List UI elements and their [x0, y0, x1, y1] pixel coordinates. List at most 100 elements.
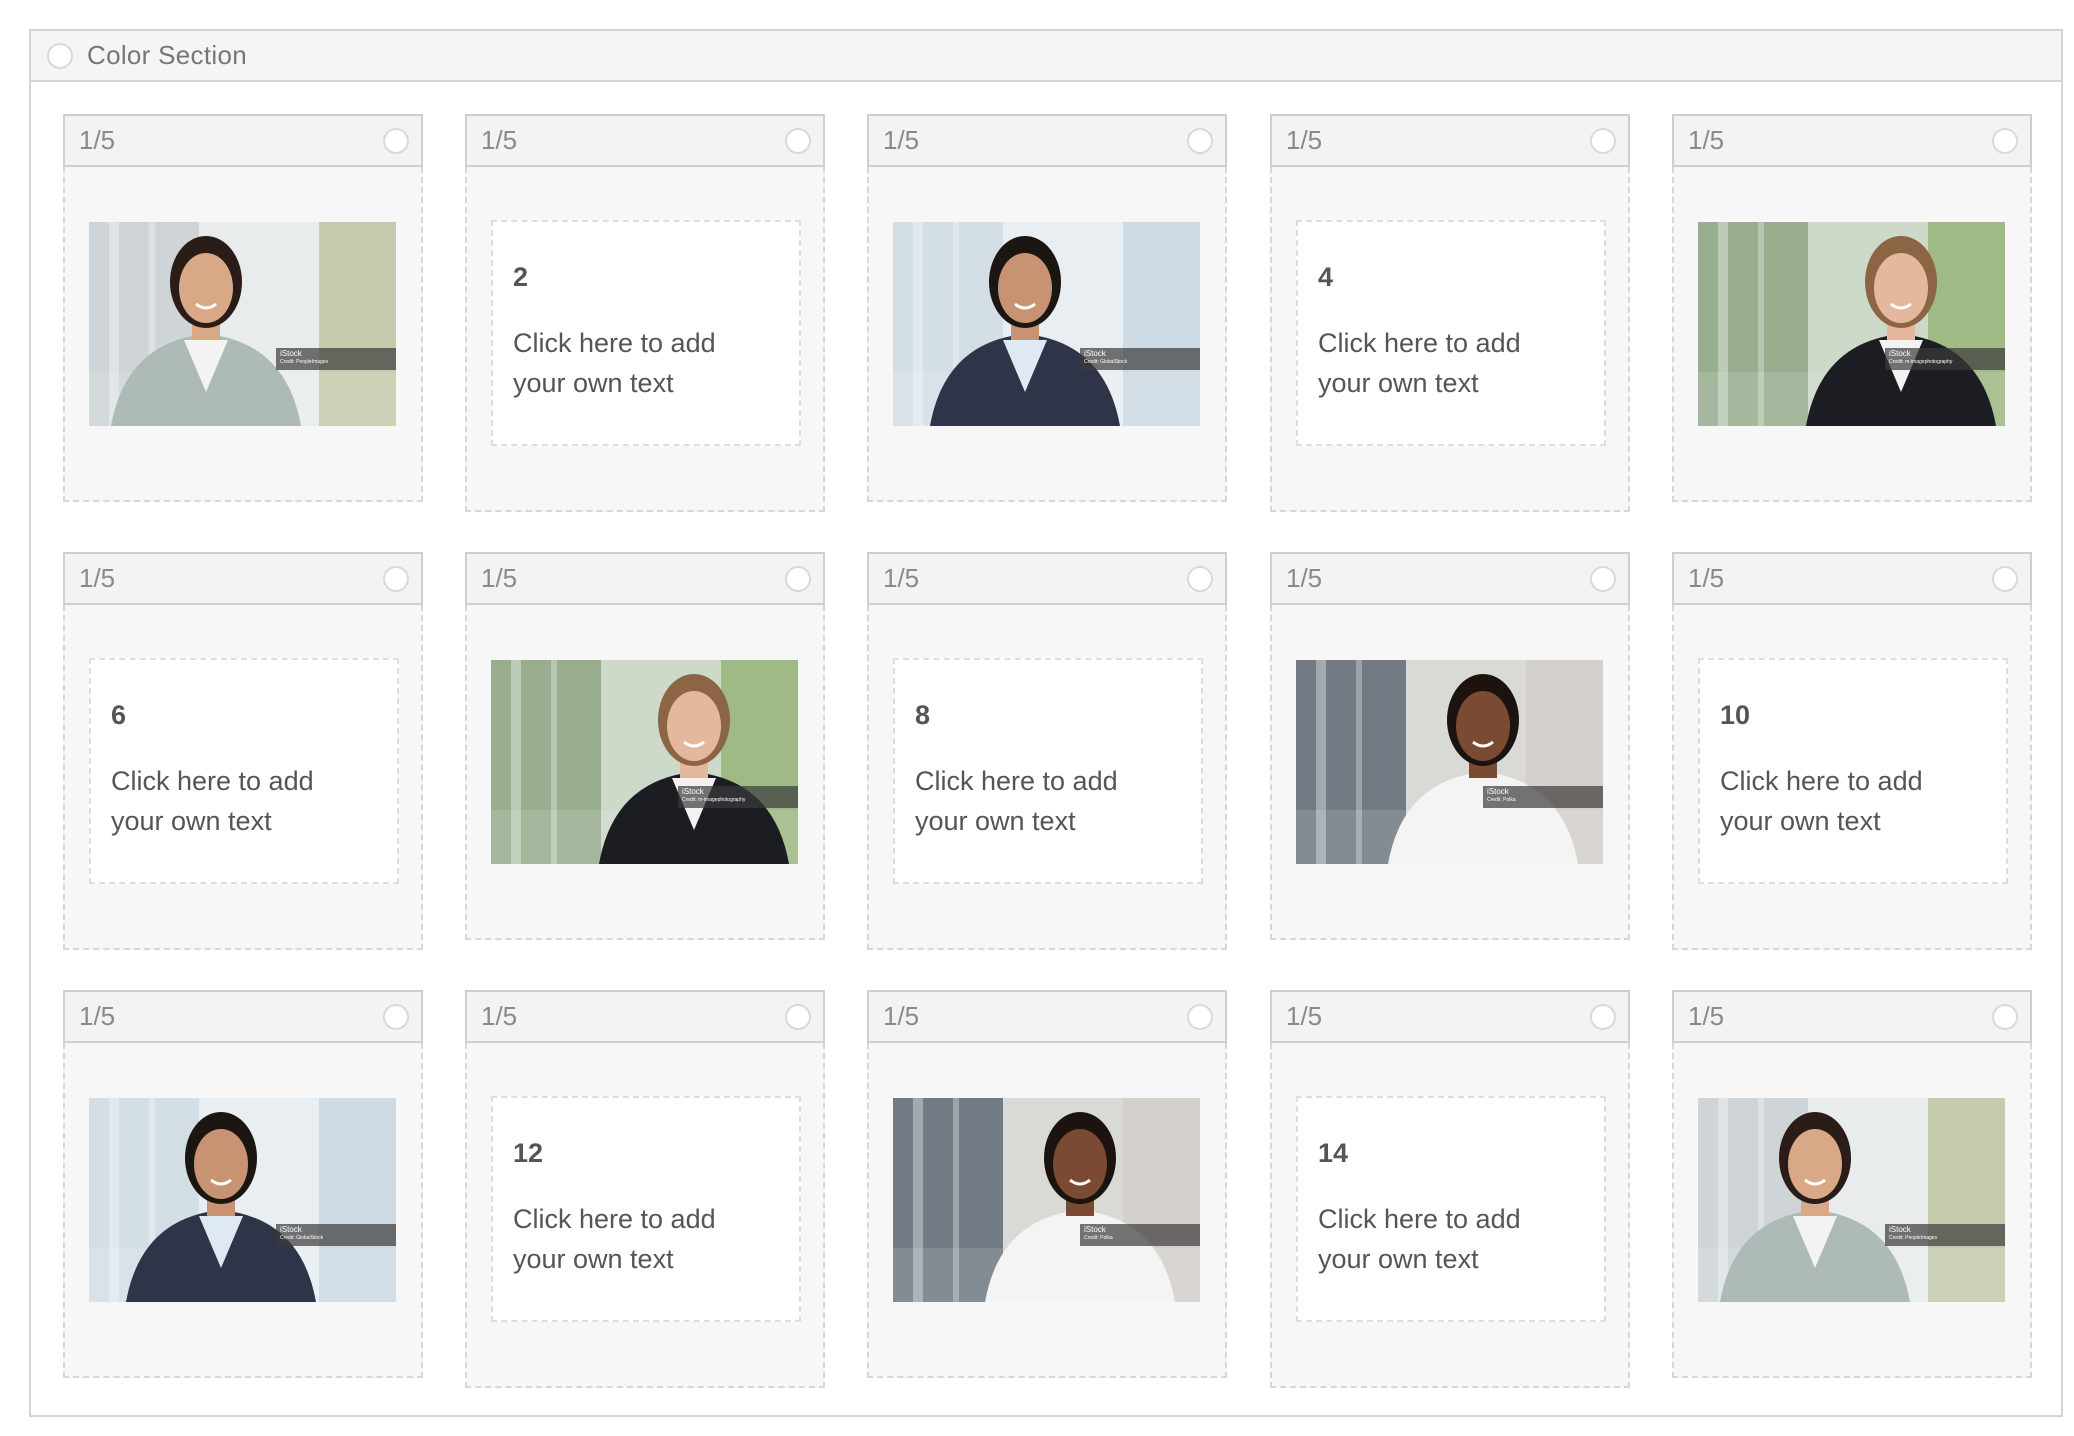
text-placeholder[interactable]: 8 Click here to add your own text [893, 658, 1203, 884]
card-radio-icon[interactable] [383, 565, 409, 592]
photo-credit: Credit: Polka [1084, 1235, 1113, 1241]
card-header[interactable]: 1/5 [867, 552, 1227, 605]
card-body: 2 Click here to add your own text [465, 167, 825, 512]
card-slide-count: 1/5 [481, 1001, 518, 1031]
card-slide-count: 1/5 [1688, 125, 1725, 155]
photo-watermark: iStock [1889, 349, 1911, 358]
card-body: 8 Click here to add your own text [867, 605, 1227, 950]
text-placeholder-number: 6 [111, 700, 127, 730]
card-radio-icon[interactable] [785, 127, 811, 154]
text-placeholder-number: 2 [513, 262, 529, 292]
card-header[interactable]: 1/5 [1672, 114, 2032, 167]
card-photo[interactable]: iStock Credit: GlobalStock [89, 1098, 396, 1302]
text-placeholder[interactable]: 4 Click here to add your own text [1296, 220, 1606, 446]
text-placeholder-line: Click here to add [1318, 1204, 1521, 1234]
photo-credit: Credit: Polka [1487, 797, 1516, 803]
text-placeholder-line: your own text [915, 806, 1076, 836]
card-body: iStock Credit: GlobalStock [867, 167, 1227, 502]
card-radio-icon[interactable] [1992, 1003, 2018, 1030]
card-header[interactable]: 1/5 [63, 552, 423, 605]
text-placeholder[interactable]: 6 Click here to add your own text [89, 658, 399, 884]
photo-credit: Credit: PeopleImages [280, 359, 329, 365]
card-photo[interactable]: iStock Credit: Polka [893, 1098, 1200, 1302]
photo-credit: Credit: m-imagephotography [1889, 359, 1953, 365]
text-placeholder-line: Click here to add [1720, 766, 1923, 796]
card-header[interactable]: 1/5 [63, 114, 423, 167]
section-header[interactable]: Color Section [31, 31, 2061, 82]
photo-credit: Credit: GlobalStock [280, 1235, 324, 1241]
card-radio-icon[interactable] [1187, 565, 1213, 592]
text-placeholder-number: 14 [1318, 1138, 1349, 1168]
text-placeholder[interactable]: 2 Click here to add your own text [491, 220, 801, 446]
photo-credit: Credit: GlobalStock [1084, 359, 1128, 365]
card-header[interactable]: 1/5 [1672, 990, 2032, 1043]
text-placeholder[interactable]: 14 Click here to add your own text [1296, 1096, 1606, 1322]
text-placeholder[interactable]: 10 Click here to add your own text [1698, 658, 2008, 884]
card-radio-icon[interactable] [785, 1003, 811, 1030]
photo-watermark: iStock [280, 1225, 302, 1234]
text-placeholder-line: Click here to add [915, 766, 1118, 796]
card-photo[interactable]: iStock Credit: GlobalStock [893, 222, 1200, 426]
card-slide-count: 1/5 [1286, 563, 1323, 593]
card-slide-count: 1/5 [481, 125, 518, 155]
card-body: iStock Credit: m-imagephotography [465, 605, 825, 940]
section-title: Color Section [87, 40, 247, 70]
card-radio-icon[interactable] [1590, 127, 1616, 154]
card-radio-icon[interactable] [785, 565, 811, 592]
photo-watermark: iStock [1487, 787, 1509, 796]
card-body: 6 Click here to add your own text [63, 605, 423, 950]
text-placeholder-number: 8 [915, 700, 931, 730]
card-slide-count: 1/5 [79, 125, 116, 155]
card-radio-icon[interactable] [383, 1003, 409, 1030]
card-slide-count: 1/5 [481, 563, 518, 593]
card-body: iStock Credit: PeopleImages [63, 167, 423, 502]
text-placeholder-line: Click here to add [1318, 328, 1521, 358]
card-header[interactable]: 1/5 [1270, 114, 1630, 167]
card-body: 12 Click here to add your own text [465, 1043, 825, 1388]
card-radio-icon[interactable] [383, 127, 409, 154]
card-header[interactable]: 1/5 [1270, 990, 1630, 1043]
card-radio-icon[interactable] [1590, 565, 1616, 592]
photo-watermark: iStock [1084, 349, 1106, 358]
card-slide-count: 1/5 [883, 563, 920, 593]
card-header[interactable]: 1/5 [1270, 552, 1630, 605]
card-photo[interactable]: iStock Credit: m-imagephotography [491, 660, 798, 864]
card-header[interactable]: 1/5 [1672, 552, 2032, 605]
card-slide-count: 1/5 [79, 1001, 116, 1031]
text-placeholder-line: your own text [513, 1244, 674, 1274]
text-placeholder-line: Click here to add [513, 1204, 716, 1234]
photo-credit: Credit: m-imagephotography [682, 797, 746, 803]
card-radio-icon[interactable] [1992, 565, 2018, 592]
text-placeholder[interactable]: 12 Click here to add your own text [491, 1096, 801, 1322]
card-header[interactable]: 1/5 [465, 114, 825, 167]
card-photo[interactable]: iStock Credit: m-imagephotography [1698, 222, 2005, 426]
card-body: iStock Credit: m-imagephotography [1672, 167, 2032, 502]
card-slide-count: 1/5 [1286, 1001, 1323, 1031]
photo-watermark: iStock [1084, 1225, 1106, 1234]
photo-credit: Credit: PeopleImages [1889, 1235, 1938, 1241]
card-header[interactable]: 1/5 [867, 990, 1227, 1043]
card-radio-icon[interactable] [1187, 1003, 1213, 1030]
card-body: iStock Credit: Polka [1270, 605, 1630, 940]
card-radio-icon[interactable] [1992, 127, 2018, 154]
section-radio-icon[interactable] [47, 42, 73, 69]
card-body: 4 Click here to add your own text [1270, 167, 1630, 512]
text-placeholder-line: your own text [1720, 806, 1881, 836]
card-body: iStock Credit: Polka [867, 1043, 1227, 1378]
text-placeholder-line: your own text [513, 368, 674, 398]
card-header[interactable]: 1/5 [63, 990, 423, 1043]
text-placeholder-number: 12 [513, 1138, 544, 1168]
card-photo[interactable]: iStock Credit: PeopleImages [89, 222, 396, 426]
card-photo[interactable]: iStock Credit: PeopleImages [1698, 1098, 2005, 1302]
card-radio-icon[interactable] [1590, 1003, 1616, 1030]
text-placeholder-number: 4 [1318, 262, 1334, 292]
card-header[interactable]: 1/5 [465, 552, 825, 605]
card-header[interactable]: 1/5 [867, 114, 1227, 167]
card-slide-count: 1/5 [79, 563, 116, 593]
card-header[interactable]: 1/5 [465, 990, 825, 1043]
photo-watermark: iStock [280, 349, 302, 358]
card-body: iStock Credit: PeopleImages [1672, 1043, 2032, 1378]
card-radio-icon[interactable] [1187, 127, 1213, 154]
card-photo[interactable]: iStock Credit: Polka [1296, 660, 1603, 864]
card-body: 10 Click here to add your own text [1672, 605, 2032, 950]
